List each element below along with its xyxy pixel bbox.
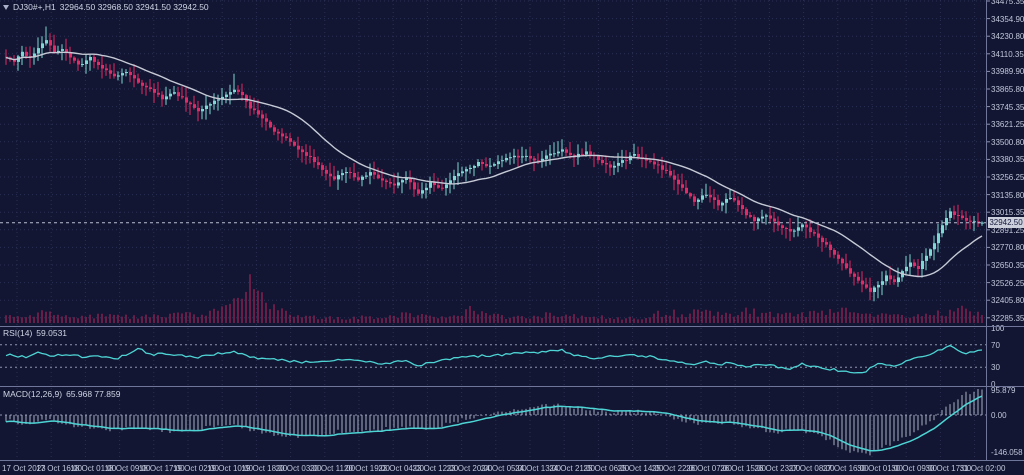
pane-splitter-macd[interactable]	[0, 386, 1024, 387]
price-axis-label: 32770.80	[991, 243, 1024, 252]
symbol-timeframe-label: DJ30#+,H1	[13, 2, 56, 12]
price-axis-separator	[986, 0, 987, 461]
price-axis-label: 32405.80	[991, 296, 1024, 305]
macd-name: MACD(12,26,9)	[3, 389, 62, 399]
pane-splitter-rsi[interactable]	[0, 326, 1024, 327]
time-axis-separator	[0, 460, 1024, 461]
price-axis-label: 32526.25	[991, 279, 1024, 288]
price-axis-label: 32650.35	[991, 261, 1024, 270]
price-axis-label: 33256.25	[991, 173, 1024, 182]
macd-axis-label: 0.00	[991, 411, 1007, 420]
price-axis-label: 33015.35	[991, 208, 1024, 217]
price-axis-label: 33500.80	[991, 138, 1024, 147]
symbol-dropdown-icon[interactable]	[3, 5, 9, 10]
price-axis-label: 33621.25	[991, 120, 1024, 129]
price-axis-label: 32285.35	[991, 314, 1024, 323]
rsi-name: RSI(14)	[3, 328, 32, 338]
trading-chart-window: DJ30#+,H1 32964.50 32968.50 32941.50 329…	[0, 0, 1024, 475]
macd-axis-label: 95.879	[991, 386, 1015, 395]
chart-canvas[interactable]	[0, 0, 1024, 475]
price-axis-label: 34110.35	[991, 50, 1024, 59]
rsi-axis-label: 30	[991, 363, 1000, 372]
price-axis-label: 33865.80	[991, 85, 1024, 94]
rsi-indicator-label: RSI(14) 59.0531	[3, 328, 67, 338]
macd-value: 65.968 77.859	[66, 389, 120, 399]
macd-indicator-label: MACD(12,26,9) 65.968 77.859	[3, 389, 120, 399]
rsi-axis-label: 70	[991, 341, 1000, 350]
price-axis-label: 34475.35	[991, 0, 1024, 6]
price-axis-label: 34230.80	[991, 32, 1024, 41]
current-price-badge: 32942.50	[988, 217, 1024, 228]
price-axis-label: 34354.90	[991, 15, 1024, 24]
chart-title-bar: DJ30#+,H1 32964.50 32968.50 32941.50 329…	[3, 2, 209, 12]
time-axis-label: 31 Oct 02:00	[960, 464, 1006, 473]
price-axis-label: 33989.90	[991, 67, 1024, 76]
price-axis-label: 33745.35	[991, 103, 1024, 112]
ohlc-readout: 32964.50 32968.50 32941.50 32942.50	[60, 2, 209, 12]
price-axis-label: 33135.80	[991, 191, 1024, 200]
rsi-value: 59.0531	[36, 328, 67, 338]
price-axis-label: 33380.35	[991, 155, 1024, 164]
macd-axis-label: -146.058	[991, 448, 1023, 457]
